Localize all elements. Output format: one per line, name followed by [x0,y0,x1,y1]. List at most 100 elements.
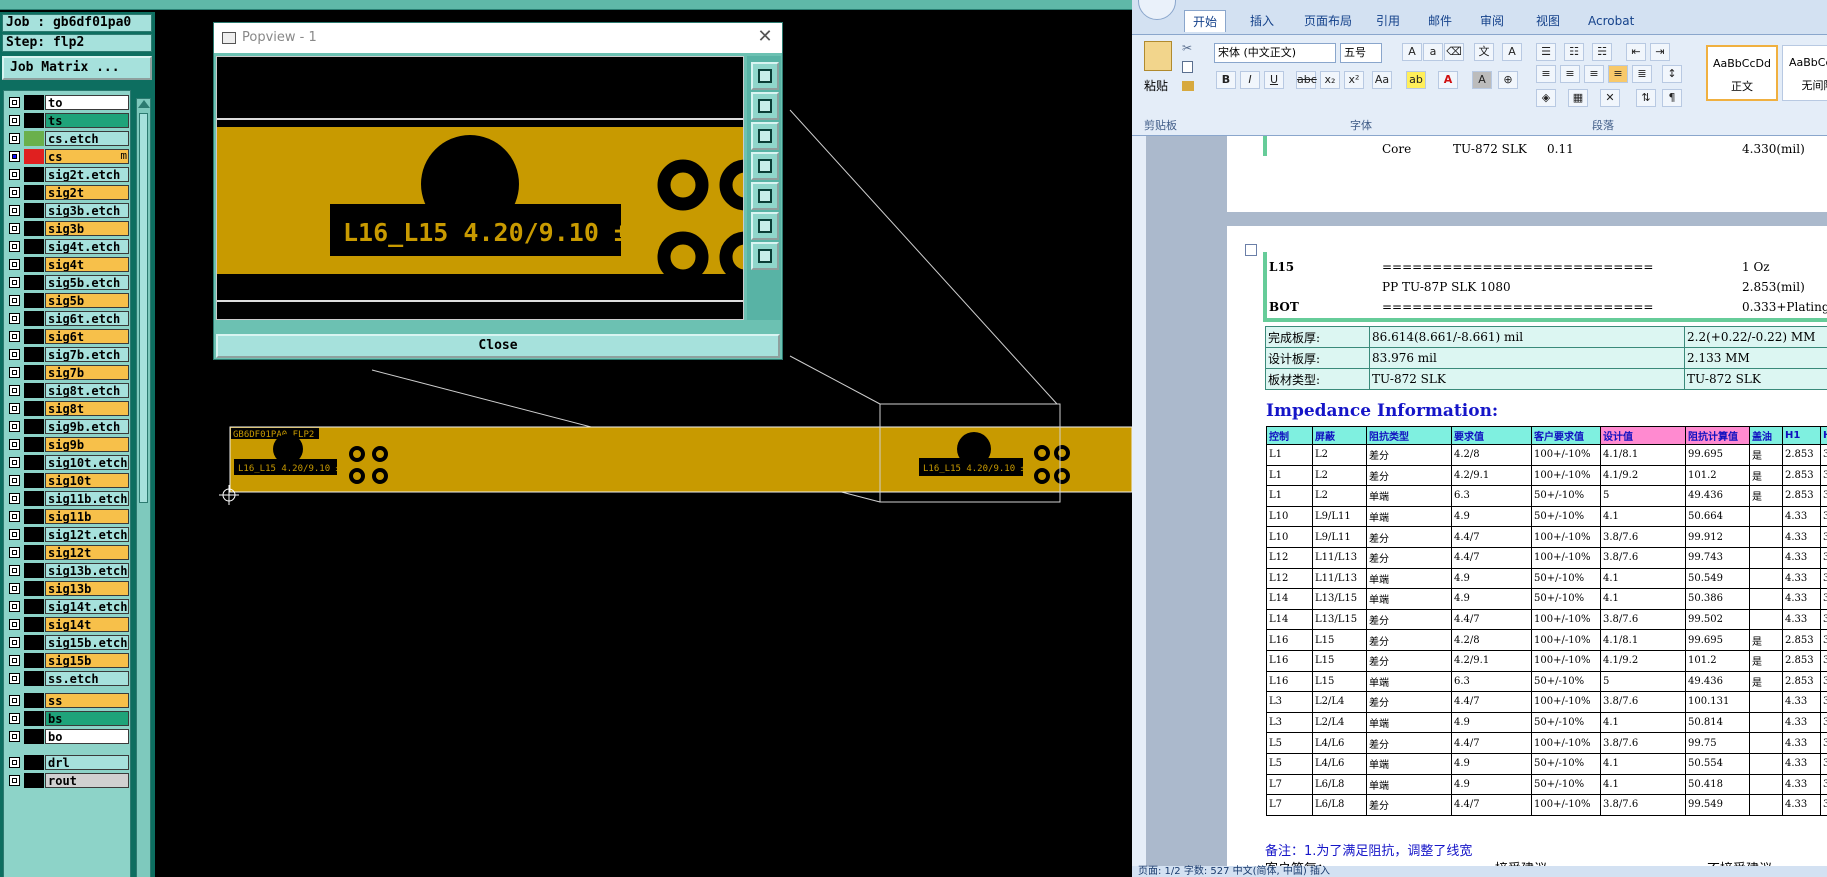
spec-key: 板材类型: [1265,368,1370,390]
char-border-button[interactable]: A [1502,43,1522,61]
underline-button[interactable]: U [1264,71,1284,89]
align-left-button[interactable]: ≡ [1536,65,1556,83]
impedance-cell: 差分 [1366,464,1452,487]
impedance-cell: 3 [1820,546,1827,569]
ribbon-tab[interactable]: 引用 [1368,10,1408,32]
board-label-text: L16_L15 4.20/9.10 ± [238,464,342,474]
paste-icon[interactable] [1144,41,1172,71]
change-case-button[interactable]: Aa [1372,71,1392,89]
accept-option[interactable]: 接受建议 [1495,858,1547,866]
zoom-window-icon[interactable] [751,212,779,240]
align-center-button[interactable]: ≡ [1560,65,1580,83]
zoom-out-icon[interactable] [751,122,779,150]
impedance-cell: 4.2/8 [1451,629,1532,651]
increase-indent-button[interactable]: ⇥ [1650,43,1670,61]
paste-button-label[interactable]: 粘贴 [1144,77,1168,94]
impedance-cell: 99.695 [1685,629,1750,651]
document-area[interactable]: Core TU-872 SLK 0.11 4.330(mil) L15 ====… [1132,136,1827,866]
ribbon: 粘贴 ✂ 剪贴板 宋体 (中文正文) 五号 A a ⌫ 文 A B I U ab… [1132,34,1827,136]
sort-button[interactable]: ⇅ [1636,89,1656,107]
decrease-indent-button[interactable]: ⇤ [1626,43,1646,61]
stack-bottom-bar [1263,318,1827,322]
impedance-cell: 4.2/9.1 [1451,464,1532,487]
style-normal[interactable]: AaBbCcDd 正文 [1706,45,1778,101]
copy-icon[interactable] [1182,61,1193,73]
highlight-button[interactable]: ab [1406,71,1426,89]
ribbon-tab[interactable]: 页面布局 [1296,10,1360,32]
borders-button[interactable]: ▦ [1568,89,1588,107]
impedance-cell: 3 [1820,526,1827,548]
format-painter-icon[interactable] [1182,81,1194,91]
zoom-guide-line [789,109,1058,405]
impedance-cell: 2.853 [1782,485,1821,507]
impedance-cell: L15 [1312,649,1367,672]
popview-title-bar[interactable]: Popview - 1 ✕ [214,23,782,53]
cut-icon[interactable]: ✂ [1182,41,1192,55]
impedance-cell: 50.554 [1685,752,1750,775]
impedance-cell: 4.33 [1782,711,1821,734]
impedance-cell: 99.75 [1685,732,1750,754]
ribbon-tab[interactable]: 视图 [1528,10,1568,32]
ribbon-tab[interactable]: 邮件 [1420,10,1460,32]
impedance-cell: 100+/-10% [1531,794,1601,816]
pan-left-icon[interactable] [751,152,779,180]
grow-font-button[interactable]: A [1402,43,1422,61]
clear-format-button[interactable]: ⌫ [1444,43,1464,61]
strikethrough-button[interactable]: abc [1296,71,1317,89]
impedance-cell: 3 [1820,794,1827,816]
font-color-button[interactable]: A [1438,71,1458,89]
style-no-spacing[interactable]: AaBbCcDd 无间隔 [1782,45,1827,101]
impedance-cell: 99.743 [1685,546,1750,569]
font-name-select[interactable]: 宋体 (中文正文) [1214,43,1336,63]
numbering-button[interactable]: ☷ [1564,43,1584,61]
impedance-cell: 3.8/7.6 [1600,608,1686,631]
bullets-button[interactable]: ☰ [1536,43,1556,61]
font-size-select[interactable]: 五号 [1340,43,1382,63]
impedance-cell: 49.436 [1685,485,1750,507]
impedance-row: L5L4/L6单端4.950+/-10%4.150.554 4.333 [1266,752,1827,775]
char-shading-button[interactable]: A [1472,71,1492,89]
impedance-cell: 50.386 [1685,588,1750,610]
show-marks-button[interactable]: ¶ [1662,89,1682,107]
office-button-icon[interactable] [1138,0,1176,20]
italic-button[interactable]: I [1240,71,1260,89]
bold-button[interactable]: B [1216,71,1236,89]
subscript-button[interactable]: x₂ [1320,71,1340,89]
ribbon-tab[interactable]: 审阅 [1472,10,1512,32]
phonetic-guide-button[interactable]: 文 [1474,43,1494,61]
customer-reply-label: 客户答复： [1265,858,1330,866]
asian-layout-button[interactable]: ✕ [1600,89,1620,107]
ribbon-tab[interactable]: 插入 [1242,10,1282,32]
impedance-cell: 6.3 [1451,670,1532,693]
multilevel-list-button[interactable]: ☵ [1592,43,1612,61]
line-spacing-button[interactable]: ↕ [1662,65,1682,83]
popview-canvas[interactable]: L16_L15 4.20/9.10 ± [216,56,744,320]
impedance-header-cell: H1 [1782,426,1821,445]
distributed-button[interactable]: ≣ [1632,65,1652,83]
ribbon-tab[interactable]: Acrobat [1580,10,1642,32]
impedance-cell: L2 [1312,464,1367,487]
close-button[interactable]: Close [216,334,780,358]
align-right-button[interactable]: ≡ [1584,65,1604,83]
impedance-cell: L4/L6 [1312,732,1367,754]
impedance-cell [1749,567,1783,590]
pan-right-icon[interactable] [751,182,779,210]
enclose-char-button[interactable]: ⊕ [1498,71,1518,89]
impedance-cell: 3 [1820,732,1827,754]
shading-button[interactable]: ◈ [1536,89,1556,107]
table-move-handle-icon[interactable] [1245,244,1257,256]
impedance-cell: 差分 [1366,608,1452,631]
zoom-in-icon[interactable] [751,92,779,120]
reject-option[interactable]: 不接受建议 [1707,858,1772,866]
ribbon-tab[interactable]: 开始 [1184,10,1227,32]
impedance-cell: 4.4/7 [1451,608,1532,631]
close-icon[interactable]: ✕ [754,23,776,53]
justify-button[interactable]: ≡ [1608,65,1628,83]
zoom-extents-icon[interactable] [751,242,779,270]
impedance-cell: 4.33 [1782,608,1821,631]
group-paragraph-label: 段落 [1592,119,1614,132]
superscript-button[interactable]: x² [1344,71,1364,89]
zoom-fit-icon[interactable] [751,62,779,90]
shrink-font-button[interactable]: a [1423,43,1443,61]
impedance-cell: 是 [1749,670,1783,693]
